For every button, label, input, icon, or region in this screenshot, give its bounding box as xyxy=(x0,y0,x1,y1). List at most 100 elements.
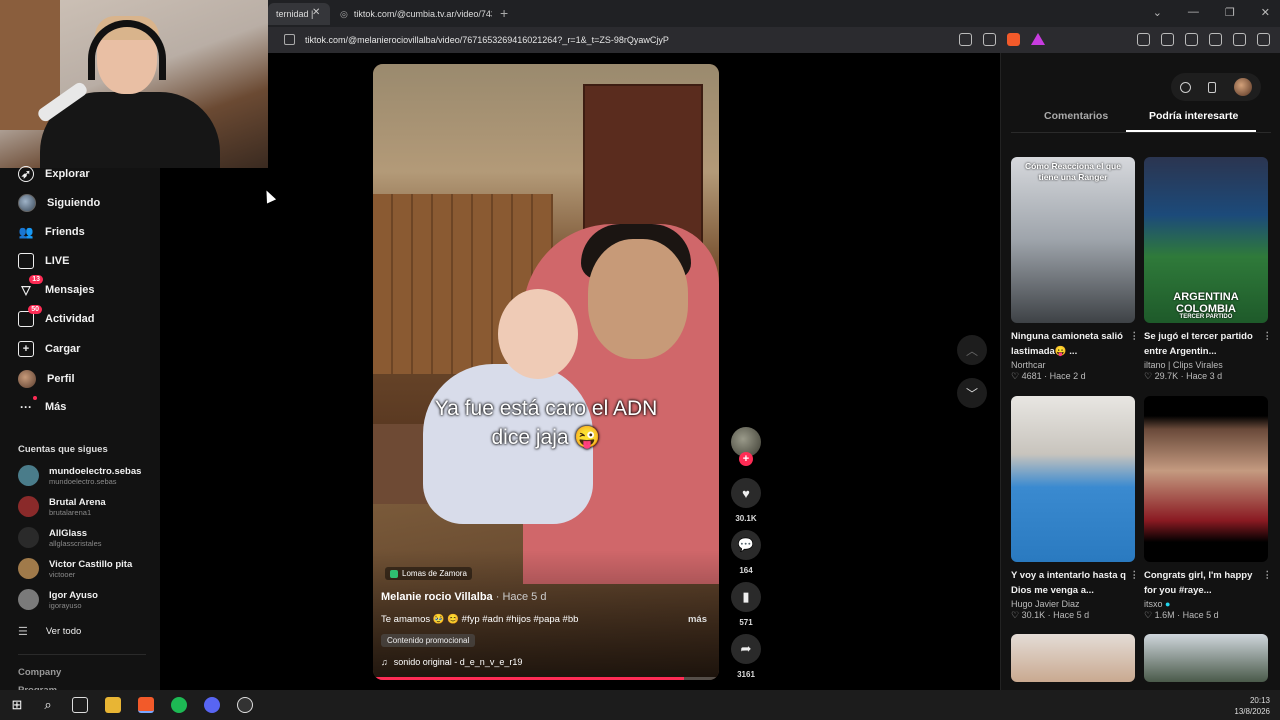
cast-icon[interactable] xyxy=(983,33,996,46)
sound-link[interactable]: ♫ sonido original - d_e_n_v_e_r19 xyxy=(381,657,522,667)
card-title: Y voy a intentarlo hasta q Dios me venga… xyxy=(1011,570,1126,596)
close-icon[interactable]: ✕ xyxy=(1261,6,1270,19)
search-icon[interactable]: ⌕ xyxy=(40,697,56,713)
sidebar-item-label: Explorar xyxy=(45,168,90,180)
sidebar-item-siguiendo[interactable]: Siguiendo xyxy=(18,194,100,212)
extensions-icon[interactable] xyxy=(1209,33,1222,46)
sidebar-item-label: Más xyxy=(45,401,67,413)
share-icon[interactable]: ➦ xyxy=(731,634,761,664)
restore-icon[interactable]: ❐ xyxy=(1225,6,1235,19)
wallet-icon[interactable] xyxy=(1185,33,1198,46)
obs-icon[interactable] xyxy=(237,697,253,713)
author-name: Melanie rocio Villalba xyxy=(381,591,493,603)
phone-icon[interactable] xyxy=(1208,81,1217,93)
caption-line: dice jaja 😜 xyxy=(491,426,601,449)
recommended-video-card[interactable]: Y voy a intentarlo hasta q Dios me venga… xyxy=(1011,396,1139,621)
card-author[interactable]: itsxo ● xyxy=(1144,599,1268,609)
browser-tab[interactable]: ◎ tiktok.com/@cumbia.tv.ar/video/743 xyxy=(332,3,492,25)
card-author[interactable]: iltano | Clips Virales xyxy=(1144,360,1268,370)
avatar[interactable] xyxy=(1234,78,1253,96)
like-action[interactable]: ♥ 30.1K xyxy=(731,478,761,523)
followed-account[interactable]: mundoelectro.sebas mundoelectro.sebas xyxy=(18,465,141,486)
file-explorer-icon[interactable] xyxy=(105,697,121,713)
sidebar-item-explorar[interactable]: ➶ Explorar xyxy=(18,166,90,182)
sidebar-item-mensajes[interactable]: ▽ 13 Mensajes xyxy=(18,275,95,298)
brave-rewards-icon[interactable] xyxy=(1031,33,1045,45)
sidebar-item-actividad[interactable]: 50 Actividad xyxy=(18,305,95,327)
notification-dot xyxy=(33,396,37,400)
video-thumbnail[interactable]: ARGENTINA COLOMBIA TERCER PARTIDO xyxy=(1144,157,1268,323)
menu-icon[interactable] xyxy=(1257,33,1270,46)
followed-account[interactable]: Victor Castillo pita victooer xyxy=(18,558,132,579)
save-action[interactable]: ▮ 571 xyxy=(731,582,761,627)
card-stats: ♡ 1.6M · Hace 5 d xyxy=(1144,610,1219,620)
url-text[interactable]: tiktok.com/@melanierociovillalba/video/7… xyxy=(305,35,669,45)
avatar xyxy=(18,527,39,548)
more-options-icon[interactable]: ⋮ xyxy=(1130,329,1140,344)
video-thumbnail[interactable] xyxy=(1011,634,1135,682)
comment-action[interactable]: 💬 164 xyxy=(731,530,761,575)
more-options-icon[interactable]: ⋮ xyxy=(1130,568,1140,583)
video-thumbnail[interactable]: Cómo Reacciona el que tiene una Ranger xyxy=(1011,157,1135,323)
video-thumbnail[interactable] xyxy=(1144,634,1268,682)
share-action[interactable]: ➦ 3161 xyxy=(731,634,761,679)
followed-account[interactable]: Igor Ayuso igorayuso xyxy=(18,589,98,610)
site-info-icon[interactable] xyxy=(284,34,295,45)
brave-shields-icon[interactable] xyxy=(1007,33,1020,46)
vpn-icon[interactable] xyxy=(1233,33,1246,46)
minimize-icon[interactable]: — xyxy=(1188,6,1199,19)
thumbnail-text: ARGENTINA COLOMBIA xyxy=(1173,291,1239,315)
chevron-down-icon[interactable]: ⌄ xyxy=(1153,6,1162,19)
more-button[interactable]: más xyxy=(688,614,707,625)
recommended-video-card[interactable]: Cómo Reacciona el que tiene una Ranger N… xyxy=(1011,157,1139,382)
system-clock[interactable]: 20:13 13/8/2026 xyxy=(1234,695,1270,717)
discord-icon[interactable] xyxy=(204,697,220,713)
sidebar-item-live[interactable]: LIVE xyxy=(18,253,69,269)
sidebar-item-friends[interactable]: 👥 Friends xyxy=(18,224,85,240)
browser-tab[interactable]: ternidad | xyxy=(268,3,330,25)
video-thumbnail[interactable] xyxy=(1144,396,1268,562)
heart-icon[interactable]: ♥ xyxy=(731,478,761,508)
translate-icon[interactable] xyxy=(959,33,972,46)
windows-start-icon[interactable]: ⊞ xyxy=(9,697,25,713)
location-tag[interactable]: Lomas de Zamora xyxy=(385,567,472,580)
comment-icon[interactable]: 💬 xyxy=(731,530,761,560)
close-tab-icon[interactable]: ✕ xyxy=(312,7,320,18)
sidebar-item-mas[interactable]: ··· Más xyxy=(18,396,67,415)
brave-browser-icon[interactable] xyxy=(138,697,154,713)
spotify-icon[interactable] xyxy=(171,697,187,713)
card-author[interactable]: Hugo Javier Diaz xyxy=(1011,599,1135,609)
bookmark-icon[interactable]: ▮ xyxy=(731,582,761,612)
follow-plus-icon[interactable]: + xyxy=(739,452,753,466)
recommended-video-card[interactable]: Congrats girl, I'm happy for you #raye..… xyxy=(1144,396,1272,621)
verified-icon: ● xyxy=(1165,599,1171,609)
video-player[interactable]: Ya fue está caro el ADN dice jaja 😜 Loma… xyxy=(373,64,719,680)
see-all-button[interactable]: ☰ Ver todo xyxy=(18,625,81,638)
sidebar-item-cargar[interactable]: + Cargar xyxy=(18,341,80,357)
compass-icon[interactable] xyxy=(1179,81,1191,93)
new-tab-icon[interactable]: + xyxy=(500,5,508,21)
active-tab-indicator xyxy=(1126,130,1256,132)
next-video-button[interactable]: ﹀ xyxy=(957,378,987,408)
followed-account[interactable]: AllGlass allglasscristales xyxy=(18,527,102,548)
account-name: Brutal Arena xyxy=(49,496,106,508)
sidebar-icon[interactable] xyxy=(1161,33,1174,46)
sidebar-item-perfil[interactable]: Perfil xyxy=(18,370,75,388)
more-options-icon[interactable]: ⋮ xyxy=(1263,568,1273,583)
previous-video-button[interactable]: ︿ xyxy=(957,335,987,365)
video-author[interactable]: Melanie rocio Villalba · Hace 5 d xyxy=(381,591,546,603)
media-icon[interactable] xyxy=(1137,33,1150,46)
tab-recommended[interactable]: Podría interesarte xyxy=(1149,110,1238,122)
address-bar[interactable]: tiktok.com/@melanierociovillalba/video/7… xyxy=(268,27,1280,53)
video-progress-bar[interactable] xyxy=(373,677,719,680)
recommended-video-card[interactable] xyxy=(1144,634,1268,682)
recommended-video-card[interactable]: ARGENTINA COLOMBIA TERCER PARTIDO Se jug… xyxy=(1144,157,1272,382)
footer-link-company[interactable]: Company xyxy=(18,667,61,678)
recommended-video-card[interactable] xyxy=(1011,634,1135,682)
followed-account[interactable]: Brutal Arena brutalarena1 xyxy=(18,496,106,517)
task-view-icon[interactable] xyxy=(72,697,88,713)
video-thumbnail[interactable] xyxy=(1011,396,1135,562)
card-author[interactable]: Northcar xyxy=(1011,360,1135,370)
tab-comments[interactable]: Comentarios xyxy=(1044,110,1108,122)
more-options-icon[interactable]: ⋮ xyxy=(1263,329,1273,344)
